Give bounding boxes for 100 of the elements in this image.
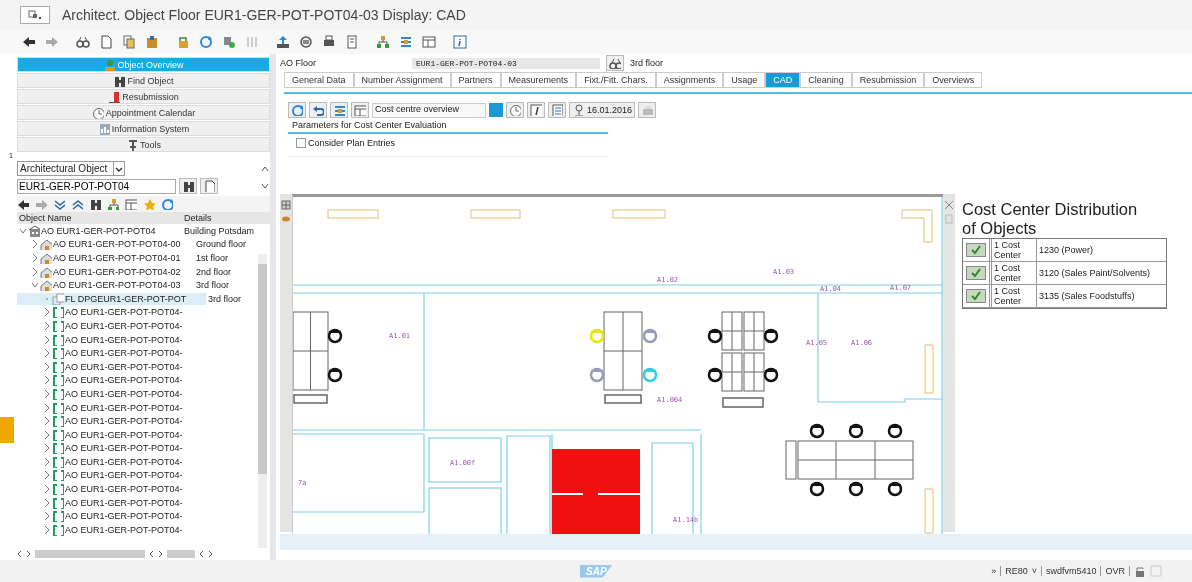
info-icon[interactable] [453, 35, 467, 49]
nav-button[interactable]: Tools [17, 137, 270, 152]
tree-item[interactable]: AO EUR1-GER-POT-POT04- [65, 456, 183, 467]
tree-item[interactable]: AO EUR1-GER-POT-POT04-00 [53, 239, 181, 250]
column-header[interactable]: Object Name [17, 213, 182, 223]
copy-icon[interactable] [122, 35, 136, 49]
tab[interactable]: Resubmission [851, 72, 925, 88]
expand-caret-icon[interactable] [43, 307, 51, 318]
search-field[interactable]: EUR1-GER-POT-POT04 [17, 178, 176, 194]
tree-item[interactable]: AO EUR1-GER-POT-POT04- [65, 470, 183, 481]
scroll-arrows-icon[interactable] [149, 549, 163, 559]
tree-item[interactable]: AO EUR1-GER-POT-POT04- [65, 375, 183, 386]
grid-icon[interactable] [281, 200, 291, 210]
expand-caret-icon[interactable] [43, 511, 51, 522]
tab[interactable]: Overviews [924, 72, 983, 88]
tab[interactable]: Cleaning [800, 72, 852, 88]
expand-caret-icon[interactable] [43, 416, 51, 427]
expand-caret-icon[interactable] [31, 253, 39, 263]
expand-caret-icon[interactable] [43, 443, 51, 454]
hierarchy-icon[interactable] [107, 198, 119, 210]
date-field[interactable]: 16.01.2016 [569, 102, 636, 118]
expand-caret-icon[interactable] [31, 239, 39, 250]
tab[interactable]: Usage [723, 72, 766, 88]
object-field[interactable]: EUR1-GER-POT-POT04-03 [412, 57, 600, 69]
expand-caret-icon[interactable] [43, 361, 51, 372]
checkbox-label[interactable]: Consider Plan Entries [308, 138, 396, 148]
expand-caret-icon[interactable] [43, 334, 51, 345]
tab[interactable]: Partners [450, 72, 501, 88]
expand-caret-icon[interactable] [43, 484, 51, 495]
list-icon[interactable] [399, 35, 413, 49]
expand-caret-icon[interactable] [43, 388, 51, 399]
expand-caret-icon[interactable] [43, 402, 51, 413]
expand-caret-icon[interactable] [43, 524, 51, 535]
tab[interactable]: General Data [284, 72, 354, 88]
search-button[interactable] [179, 178, 197, 194]
scroll-arrows-icon[interactable] [17, 549, 31, 559]
back-arrow-icon[interactable] [17, 198, 29, 210]
list-button[interactable] [351, 102, 369, 118]
collapse-all-icon[interactable] [71, 198, 83, 210]
tree-item[interactable]: AO EUR1-GER-POT-POT04- [65, 402, 183, 413]
tree-item[interactable]: AO EUR1-GER-POT-POT04- [65, 388, 183, 399]
window-icon[interactable] [422, 35, 436, 49]
tree-item[interactable]: AO EUR1-GER-POT-POT04- [65, 361, 183, 372]
page-icon[interactable] [99, 35, 113, 49]
checkmark-icon[interactable] [966, 288, 986, 303]
checkbox[interactable] [296, 138, 306, 148]
nav-button[interactable]: Resubmission [17, 89, 270, 104]
tree-item[interactable]: AO EUR1-GER-POT-POT04- [65, 307, 183, 318]
tree-item[interactable]: AO EUR1-GER-POT-POT04-02 [53, 266, 181, 277]
list-button[interactable] [330, 102, 348, 118]
clipboard-icon[interactable] [145, 35, 159, 49]
scroll-down-icon[interactable] [260, 181, 270, 191]
expand-caret-icon[interactable] [43, 470, 51, 481]
tree-item[interactable]: AO EUR1-GER-POT-POT04- [65, 320, 183, 331]
undo-button[interactable] [309, 102, 327, 118]
tree-item[interactable]: AO EUR1-GER-POT-POT04- [65, 497, 183, 508]
tree-item[interactable]: AO EUR1-GER-POT-POT04- [65, 511, 183, 522]
hierarchy-icon[interactable] [376, 35, 390, 49]
expand-caret-icon[interactable] [43, 348, 51, 359]
tree-item[interactable]: AO EUR1-GER-POT-POT04- [65, 334, 183, 345]
expand-caret-icon[interactable] [43, 497, 51, 508]
expand-caret-icon[interactable] [31, 266, 39, 277]
refresh-button[interactable] [288, 102, 306, 118]
table-icon[interactable] [125, 198, 137, 210]
binoculars-icon[interactable] [89, 198, 101, 210]
object-type-dropdown[interactable]: Architectural Object [17, 161, 126, 176]
column-header[interactable]: Details [182, 213, 258, 223]
document-icon[interactable] [345, 35, 359, 49]
dropdown-button[interactable]: ˅ [1031, 566, 1037, 576]
tab[interactable]: Number Assignment [353, 72, 451, 88]
nav-button[interactable]: Find Object [17, 73, 270, 88]
tree-item[interactable]: AO EUR1-GER-POT-POT04- [65, 348, 183, 359]
expand-caret-icon[interactable] [43, 320, 51, 331]
tree-item[interactable]: AO EUR1-GER-POT-POT04-03 [53, 280, 181, 291]
display-button[interactable] [606, 55, 624, 71]
expand-all-icon[interactable] [53, 198, 65, 210]
refresh-icon[interactable] [199, 35, 213, 49]
tree-item[interactable]: AO EUR1-GER-POT-POT04- [65, 443, 183, 454]
expand-caret-icon[interactable] [43, 429, 51, 440]
lock-icon[interactable] [176, 35, 190, 49]
refresh-icon[interactable] [161, 198, 173, 210]
nav-button[interactable]: Appointment Calendar [17, 105, 270, 120]
tab[interactable]: Measurements [500, 72, 577, 88]
lock-icon[interactable] [1134, 565, 1146, 577]
checkmark-icon[interactable] [966, 242, 986, 257]
star-icon[interactable] [143, 198, 155, 210]
glasses-icon[interactable] [76, 35, 90, 49]
expand-caret-icon[interactable] [43, 456, 51, 467]
tree-item[interactable]: AO EUR1-GER-POT-POT04-01 [53, 253, 181, 263]
print-icon[interactable] [322, 35, 336, 49]
tree-item[interactable]: AO EUR1-GER-POT-POT04 [41, 225, 156, 236]
system-menu-button[interactable] [20, 6, 50, 24]
tree-item[interactable]: AO EUR1-GER-POT-POT04- [65, 524, 183, 535]
back-arrow-icon[interactable] [22, 35, 36, 49]
tab[interactable]: Assignments [655, 72, 724, 88]
italic-button[interactable] [527, 102, 545, 118]
tree-item[interactable]: AO EUR1-GER-POT-POT04- [65, 429, 183, 440]
upload-icon[interactable] [276, 35, 290, 49]
tree-item[interactable]: AO EUR1-GER-POT-POT04- [65, 484, 183, 495]
checkmark-icon[interactable] [966, 265, 986, 280]
